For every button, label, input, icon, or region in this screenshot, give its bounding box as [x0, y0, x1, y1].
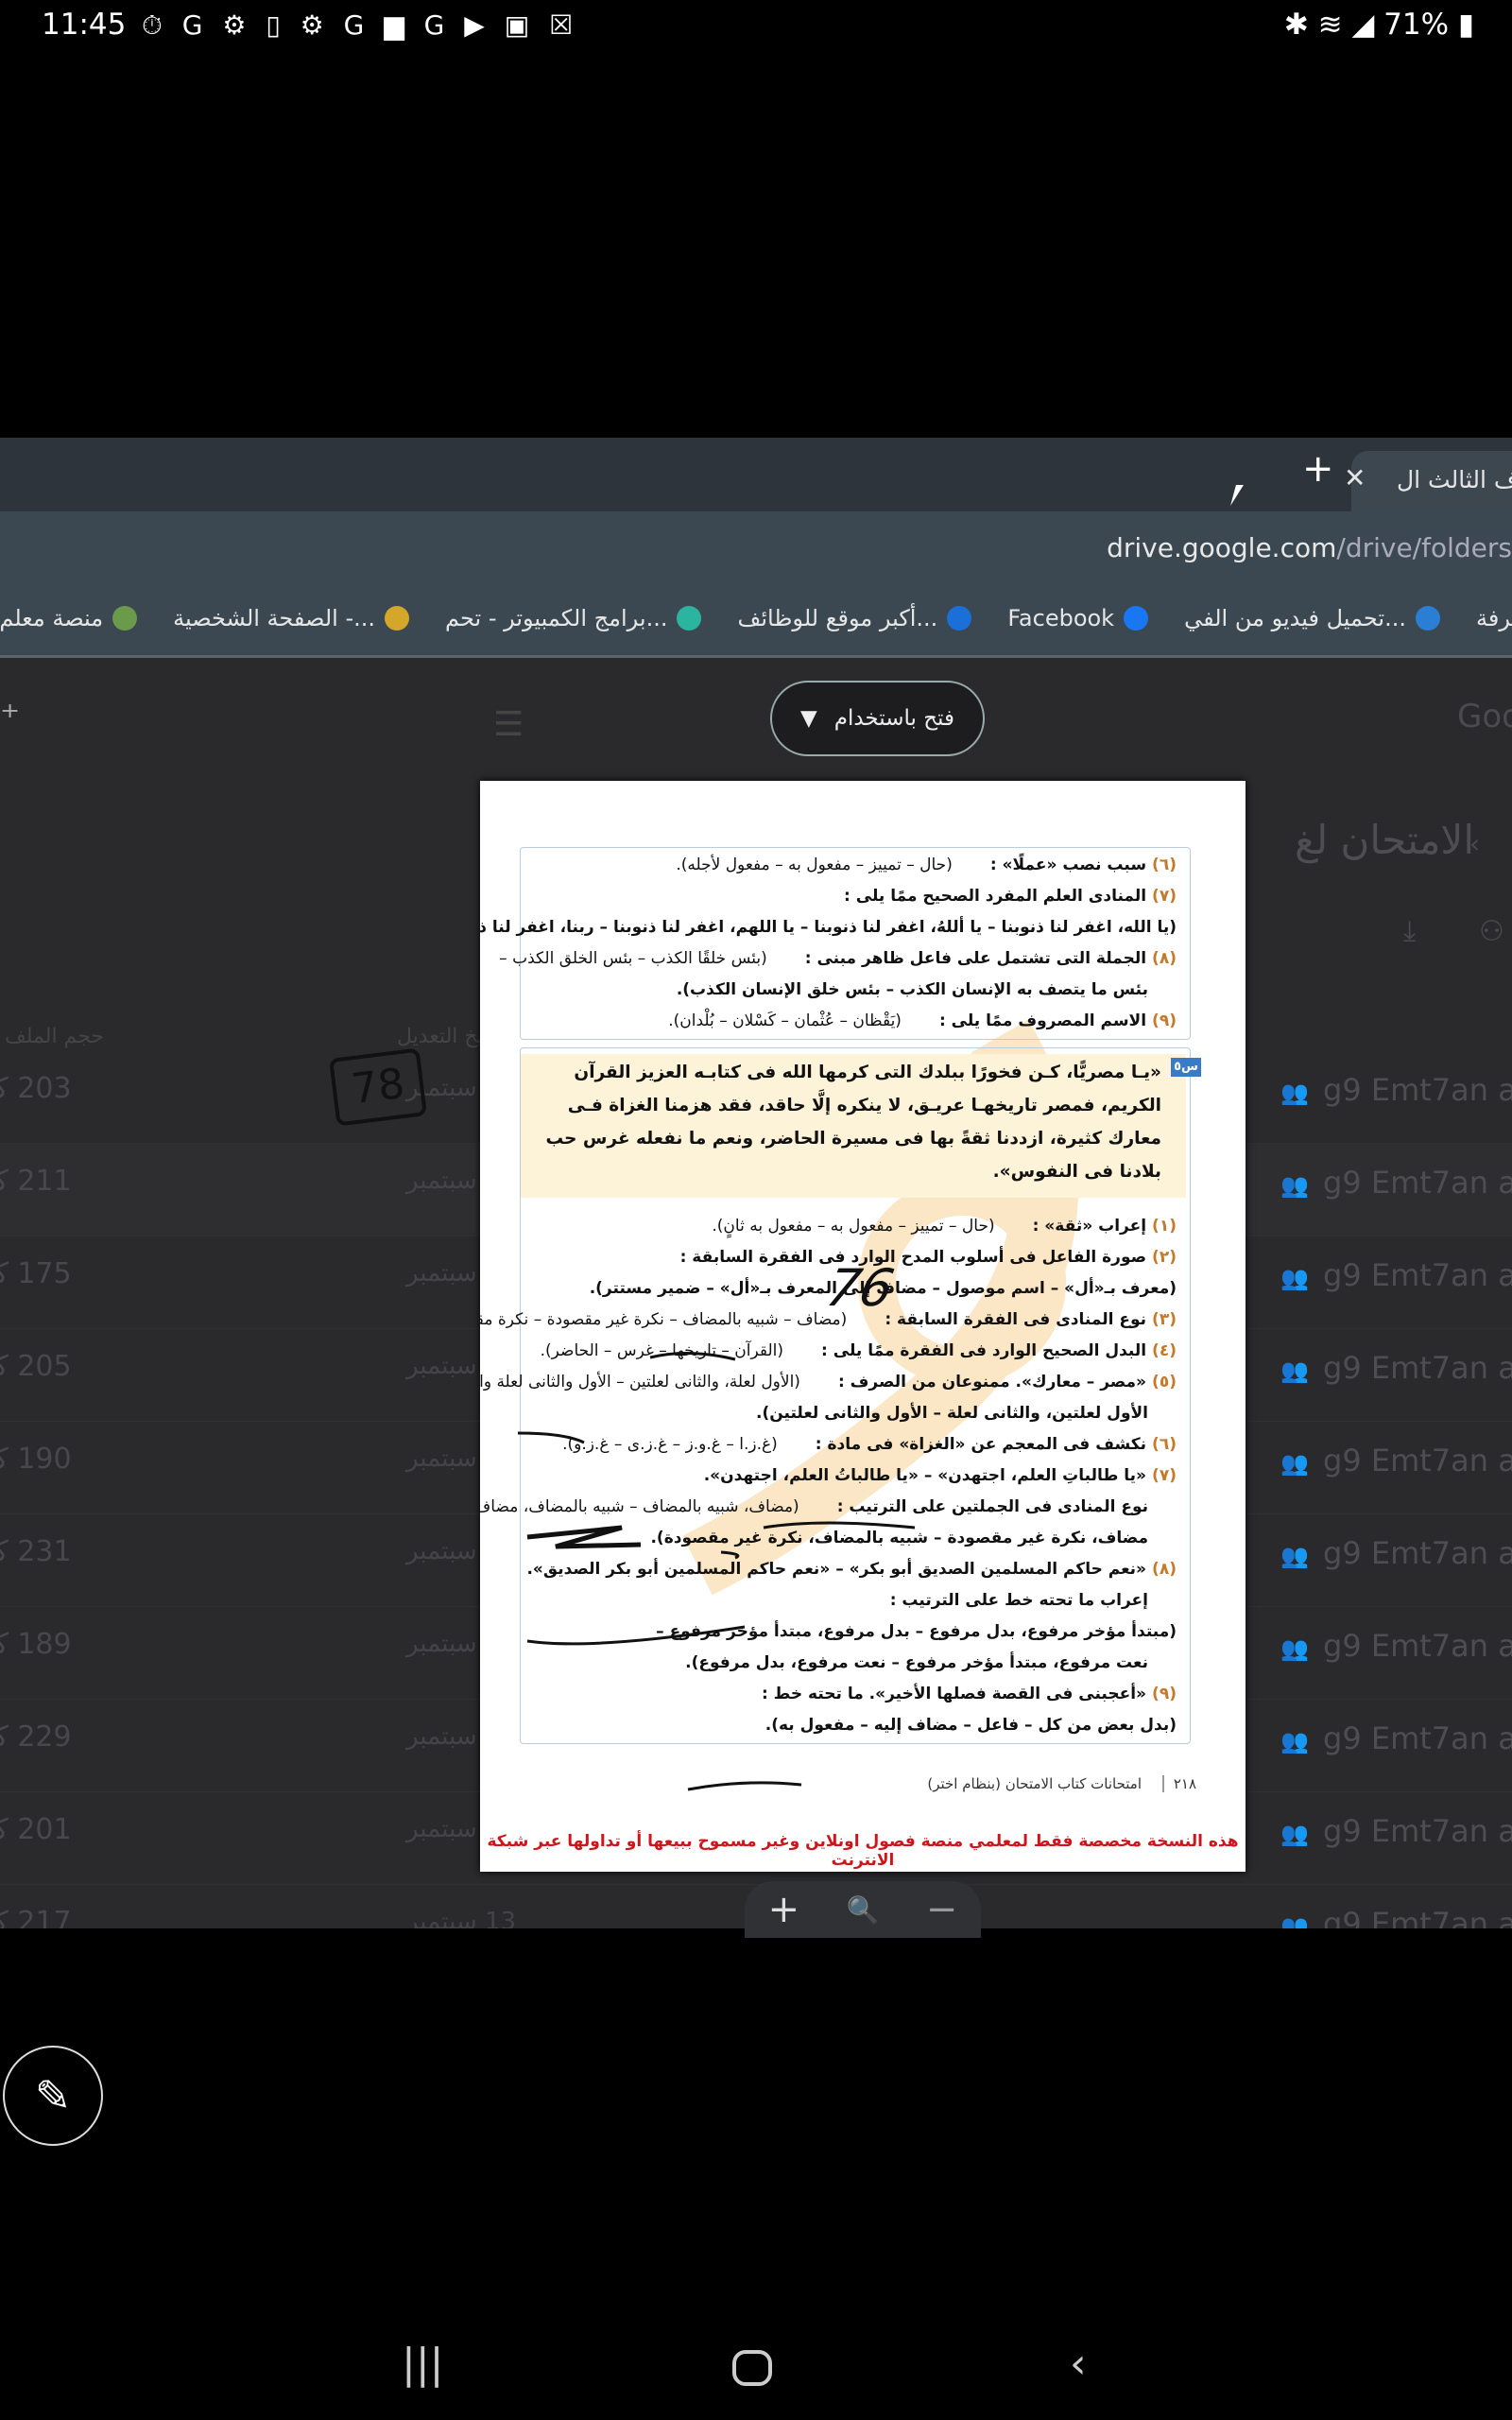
- share-icon[interactable]: ⚇: [1479, 915, 1504, 948]
- clock: 11:45: [42, 8, 127, 42]
- open-with-button[interactable]: ▼ فتح باستخدام: [770, 681, 985, 756]
- zoom-in-button[interactable]: +: [768, 1888, 800, 1931]
- shared-people-icon: 👥: [1280, 1080, 1309, 1106]
- battery-level: 71%: [1383, 8, 1450, 42]
- bookmark-label: أكبر موقع للوظائف...: [737, 605, 938, 631]
- shared-people-icon: 👥: [1280, 1635, 1309, 1662]
- android-nav-bar: ||| ‹: [0, 2316, 1512, 2420]
- add-person-icon[interactable]: ⁺: [0, 696, 20, 739]
- book-title: امتحانات كتاب الامتحان (بنظام اختر): [927, 1775, 1142, 1792]
- tab-strip: + ✕ ف الثالث ال: [0, 438, 1512, 511]
- file-size: 175 كيلو: [0, 1257, 72, 1290]
- bookmark-label: برامج الكمبيوتر - تحم...: [445, 605, 668, 631]
- shared-people-icon: 👥: [1280, 1357, 1309, 1384]
- file-name: g9 Emt7an ar 2: [1323, 1813, 1512, 1849]
- status-bar: 11:45 ⏱ G ⚙ ▯ ⚙ G ▆ G ▶ ▣ ☒ ✱ ≋ ◢ 71% ▮: [0, 0, 1512, 57]
- bookmark-label: تحميل فيديو من الفي...: [1184, 605, 1406, 631]
- file-size: 211 كيلو: [0, 1165, 72, 1198]
- shared-people-icon: 👥: [1280, 1728, 1309, 1754]
- shared-people-icon: 👥: [1280, 1265, 1309, 1291]
- recent-apps-button[interactable]: |||: [402, 2340, 443, 2388]
- pen-underline: [720, 1550, 740, 1560]
- pen-underline: [649, 1352, 736, 1361]
- pen-underline: [517, 1431, 585, 1444]
- notification-icons: ⏱ G ⚙ ▯ ⚙ G ▆ G ▶ ▣ ☒: [142, 9, 579, 41]
- drive-brand: Goo: [1457, 698, 1512, 735]
- zoom-icon[interactable]: 🔍: [847, 1894, 880, 1926]
- document-page[interactable]: (٦)سبب نصب «عملًا» :(حال – تمييز – مفعول…: [480, 781, 1246, 1872]
- system-status: ✱ ≋ ◢ 71% ▮: [1283, 8, 1474, 42]
- file-name: g9 Emt7an ar 2: [1323, 1072, 1512, 1108]
- viewer-zoom-controls: + 🔍 −: [745, 1881, 981, 1938]
- computer-icon: [677, 606, 702, 631]
- file-name: g9 Emt7an ar 2: [1323, 1257, 1512, 1293]
- handwritten-underlines: [517, 1352, 916, 1791]
- download-icon[interactable]: ⤓: [1403, 915, 1416, 948]
- file-name: g9 Emt7an ar 2: [1323, 1720, 1512, 1756]
- jobs-icon: [947, 606, 972, 631]
- column-header-size[interactable]: حجم الملف: [0, 1025, 104, 1048]
- zoom-out-button[interactable]: −: [926, 1888, 958, 1931]
- file-size: 231 كيلو: [0, 1535, 72, 1568]
- pen-underline: [526, 1625, 746, 1646]
- filter-sliders-icon[interactable]: ☰: [493, 705, 524, 744]
- file-name: g9 Emt7an ar 2: [1323, 1443, 1512, 1478]
- file-size: 229 كيلو: [0, 1720, 72, 1754]
- close-tab-icon[interactable]: ✕: [1344, 462, 1366, 493]
- bookmark-item[interactable]: معرفة: [1476, 605, 1512, 631]
- file-date: 13 سبتمبر: [406, 1908, 517, 1928]
- facebook-icon: [1124, 606, 1149, 631]
- file-size: 190 كيلو: [0, 1443, 72, 1476]
- tab-active[interactable]: ✕ ف الثالث ال: [1344, 451, 1512, 511]
- pen-scribble: [526, 1525, 642, 1549]
- bookmark-item[interactable]: الصفحة الشخصية -...: [173, 605, 410, 631]
- mouse-cursor-icon: [1230, 485, 1244, 506]
- tab-title: ف الثالث ال: [1397, 466, 1512, 493]
- shared-people-icon: 👥: [1280, 1543, 1309, 1569]
- bookmark-label: Facebook: [1007, 605, 1115, 631]
- bookmark-item[interactable]: Facebook: [1007, 605, 1149, 631]
- handwritten-score-78: 78: [328, 1047, 428, 1127]
- platform-icon: [112, 606, 138, 631]
- copyright-warning: هذه النسخة مخصصة فقط لمعلمي منصة فصول او…: [487, 1832, 1239, 1870]
- file-name: g9 Emt7an ar 2: [1323, 1906, 1512, 1928]
- new-tab-button[interactable]: +: [1302, 447, 1334, 491]
- bookmark-label: الصفحة الشخصية -...: [173, 605, 376, 631]
- page-number: ٢١٨: [1161, 1775, 1196, 1792]
- bookmark-label: معرفة: [1475, 605, 1512, 631]
- shared-people-icon: 👥: [1280, 1172, 1309, 1199]
- dropdown-arrow-icon: ▼: [800, 706, 817, 731]
- open-with-label: فتح باستخدام: [833, 706, 954, 731]
- pen-underline: [687, 1781, 802, 1791]
- bookmark-item[interactable]: تحميل فيديو من الفي...: [1184, 605, 1440, 631]
- back-button[interactable]: ‹: [1070, 2340, 1087, 2388]
- bookmark-item[interactable]: منصة معلم: [0, 605, 138, 631]
- download-icon: [1415, 606, 1440, 631]
- bookmark-label: منصة معلم: [0, 605, 104, 631]
- profile-icon: [385, 606, 410, 631]
- shared-people-icon: 👥: [1280, 1913, 1309, 1928]
- shared-people-icon: 👥: [1280, 1821, 1309, 1847]
- bookmarks-bar: معرفة تحميل فيديو من الفي... Facebook أكبر …: [0, 584, 1512, 658]
- pencil-icon: ✎: [34, 2070, 72, 2121]
- bookmark-item[interactable]: أكبر موقع للوظائف...: [737, 605, 972, 631]
- file-name: g9 Emt7an ar 2: [1323, 1165, 1512, 1201]
- signal-icons: ✱ ≋ ◢: [1283, 8, 1375, 42]
- file-size: 203 كيلو: [0, 1072, 72, 1105]
- shared-people-icon: 👥: [1280, 1450, 1309, 1477]
- pen-underline: [763, 1521, 916, 1530]
- address-bar[interactable]: drive.google.com/drive/folders: [0, 511, 1512, 584]
- file-name: g9 Emt7an ar 2: [1323, 1628, 1512, 1664]
- file-name: g9 Emt7an ar 2: [1323, 1535, 1512, 1571]
- file-size: 217 كيلو: [0, 1906, 72, 1928]
- file-size: 189 كيلو: [0, 1628, 72, 1661]
- bookmark-item[interactable]: برامج الكمبيوتر - تحم...: [445, 605, 702, 631]
- url-text[interactable]: drive.google.com/drive/folders: [1107, 532, 1512, 563]
- file-name: g9 Emt7an ar 2: [1323, 1350, 1512, 1386]
- home-button[interactable]: [732, 2350, 772, 2386]
- file-size: 201 كيلو: [0, 1813, 72, 1846]
- folder-title: الامتحان لغ: [1295, 817, 1475, 863]
- pen-annotation-button[interactable]: ✎: [3, 2046, 103, 2146]
- file-size: 205 كيلو: [0, 1350, 72, 1383]
